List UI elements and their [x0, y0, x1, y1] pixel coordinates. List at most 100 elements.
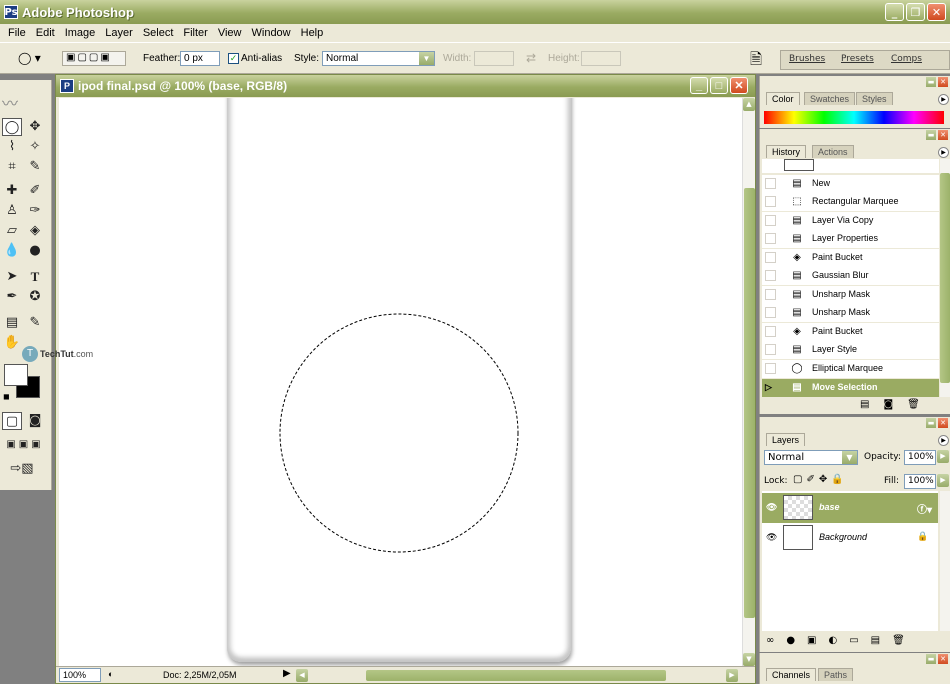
history-item-selected[interactable]: ▷ ▤ Move Selection: [762, 379, 939, 397]
color-ramp[interactable]: [764, 111, 944, 124]
panel-close-icon[interactable]: ✕: [938, 418, 948, 428]
lasso-tool-icon[interactable]: ⌇: [2, 138, 22, 156]
brush-tool-icon[interactable]: ✐: [25, 182, 45, 200]
restore-button[interactable]: ❐: [906, 3, 925, 21]
quick-mask-mode-icon[interactable]: ◙: [25, 412, 45, 430]
panel-menu-icon[interactable]: ▶: [938, 147, 949, 158]
style-select[interactable]: Normal ▼: [322, 51, 435, 66]
clone-stamp-tool-icon[interactable]: ♙: [2, 202, 22, 220]
doc-close-button[interactable]: ✕: [730, 77, 748, 94]
panel-menu-icon[interactable]: ▶: [938, 94, 949, 105]
layers-scrollbar[interactable]: [940, 491, 950, 631]
menu-filter[interactable]: Filter: [178, 27, 212, 39]
ellipse-marquee-preset-icon[interactable]: ◯ ▾: [18, 51, 41, 65]
vertical-scroll-thumb[interactable]: [744, 188, 755, 618]
tab-channels[interactable]: Channels: [766, 668, 817, 681]
type-tool-icon[interactable]: T: [25, 268, 45, 286]
move-tool-icon[interactable]: ✥: [25, 118, 45, 136]
history-item[interactable]: ◈ Paint Bucket: [762, 249, 939, 267]
panel-menu-icon[interactable]: ▶: [938, 435, 949, 446]
history-item[interactable]: ▤ Layer Properties: [762, 230, 939, 248]
hand-tool-icon[interactable]: ✋: [2, 334, 22, 352]
pen-tool-icon[interactable]: ✒: [2, 288, 22, 306]
scroll-left-button[interactable]: ◀: [296, 669, 308, 682]
minimize-button[interactable]: _: [885, 3, 904, 21]
foreground-color-swatch[interactable]: [4, 364, 28, 386]
scroll-up-button[interactable]: ▲: [743, 98, 755, 111]
horizontal-scroll-thumb[interactable]: [366, 670, 666, 681]
panel-close-icon[interactable]: ✕: [938, 654, 948, 664]
panel-minimize-icon[interactable]: ▬: [926, 654, 936, 664]
history-item[interactable]: ▤ Layer Via Copy: [762, 212, 939, 230]
history-brush-tool-icon[interactable]: ✑: [25, 202, 45, 220]
panel-minimize-icon[interactable]: ▬: [926, 130, 936, 140]
layers-footer-buttons[interactable]: ∞●▣◐▭▤🗑: [766, 635, 917, 646]
document-titlebar[interactable]: P ipod final.psd @ 100% (base, RGB/8) _ …: [56, 75, 755, 97]
crop-tool-icon[interactable]: ⌗: [2, 158, 22, 176]
feather-input[interactable]: 0 px: [180, 51, 220, 66]
tab-swatches[interactable]: Swatches: [804, 92, 856, 105]
scroll-right-button[interactable]: ▶: [726, 669, 738, 682]
status-icon[interactable]: ◐: [108, 669, 113, 679]
fill-arrow-icon[interactable]: ▶: [937, 474, 949, 487]
history-scrollbar[interactable]: [940, 159, 950, 397]
path-selection-tool-icon[interactable]: ➤: [2, 268, 22, 286]
opacity-arrow-icon[interactable]: ▶: [937, 450, 949, 463]
history-item[interactable]: ◯ Elliptical Marquee: [762, 360, 939, 378]
scroll-down-button[interactable]: ▼: [743, 653, 755, 666]
standard-mode-icon[interactable]: ▢: [2, 412, 22, 430]
history-item[interactable]: ⬚ Rectangular Marquee: [762, 193, 939, 211]
layer-effects-icon[interactable]: ⓕ▾: [917, 501, 932, 516]
well-tab-presets[interactable]: Presets: [841, 54, 874, 64]
palette-well-icon[interactable]: 🗎: [750, 49, 762, 74]
tab-history[interactable]: History: [766, 145, 807, 158]
menu-file[interactable]: File: [3, 27, 31, 39]
height-input[interactable]: [581, 51, 621, 66]
eraser-tool-icon[interactable]: ▱: [2, 222, 22, 240]
swap-icon[interactable]: ⇄: [526, 51, 536, 65]
status-menu-arrow-icon[interactable]: ▶: [283, 668, 291, 679]
tab-actions[interactable]: Actions: [812, 145, 854, 158]
default-colors-icon[interactable]: ◼: [3, 392, 10, 401]
eye-icon[interactable]: 👁: [766, 532, 777, 543]
tab-color[interactable]: Color: [766, 92, 800, 105]
magic-wand-tool-icon[interactable]: ✧: [25, 138, 45, 156]
doc-maximize-button[interactable]: □: [710, 77, 728, 94]
history-snapshot[interactable]: [762, 159, 939, 173]
well-tab-brushes[interactable]: Brushes: [789, 54, 825, 64]
well-tab-comps[interactable]: Comps: [891, 54, 922, 64]
blend-mode-select[interactable]: Normal ▼: [764, 450, 858, 465]
layer-row-base[interactable]: 👁 base ⓕ▾: [762, 493, 938, 523]
menu-layer[interactable]: Layer: [100, 27, 138, 39]
eye-icon[interactable]: 👁: [766, 502, 777, 513]
history-item[interactable]: ▤ Unsharp Mask: [762, 304, 939, 322]
tab-paths[interactable]: Paths: [818, 668, 854, 681]
history-item[interactable]: ◈ Paint Bucket: [762, 323, 939, 341]
fill-input[interactable]: 100%: [904, 474, 936, 489]
history-item[interactable]: ▤ Gaussian Blur: [762, 267, 939, 285]
menu-select[interactable]: Select: [138, 27, 179, 39]
panel-minimize-icon[interactable]: ▬: [926, 77, 936, 87]
panel-close-icon[interactable]: ✕: [938, 130, 948, 140]
menu-view[interactable]: View: [213, 27, 247, 39]
ellipse-marquee-tool-icon[interactable]: ◯: [2, 118, 22, 136]
screen-mode-icons[interactable]: ▣▣▣: [2, 436, 48, 454]
tab-layers[interactable]: Layers: [766, 433, 806, 446]
menu-window[interactable]: Window: [247, 27, 296, 39]
panel-minimize-icon[interactable]: ▬: [926, 418, 936, 428]
menu-edit[interactable]: Edit: [31, 27, 60, 39]
zoom-input[interactable]: 100%: [59, 668, 101, 682]
history-footer-buttons[interactable]: ▤◙🗑: [860, 399, 934, 410]
jump-to-imageready-icon[interactable]: ⇨▧: [2, 460, 42, 478]
menu-help[interactable]: Help: [296, 27, 329, 39]
width-input[interactable]: [474, 51, 514, 66]
history-item[interactable]: ▤ Unsharp Mask: [762, 286, 939, 304]
layer-row-background[interactable]: 👁 Background 🔒: [762, 523, 938, 553]
doc-minimize-button[interactable]: _: [690, 77, 708, 94]
tab-styles[interactable]: Styles: [856, 92, 893, 105]
custom-shape-tool-icon[interactable]: ✪: [25, 288, 45, 306]
opacity-input[interactable]: 100%: [904, 450, 936, 465]
history-item[interactable]: ▤ New: [762, 175, 939, 193]
notes-tool-icon[interactable]: ▤: [2, 314, 22, 332]
close-button[interactable]: ✕: [927, 3, 946, 21]
